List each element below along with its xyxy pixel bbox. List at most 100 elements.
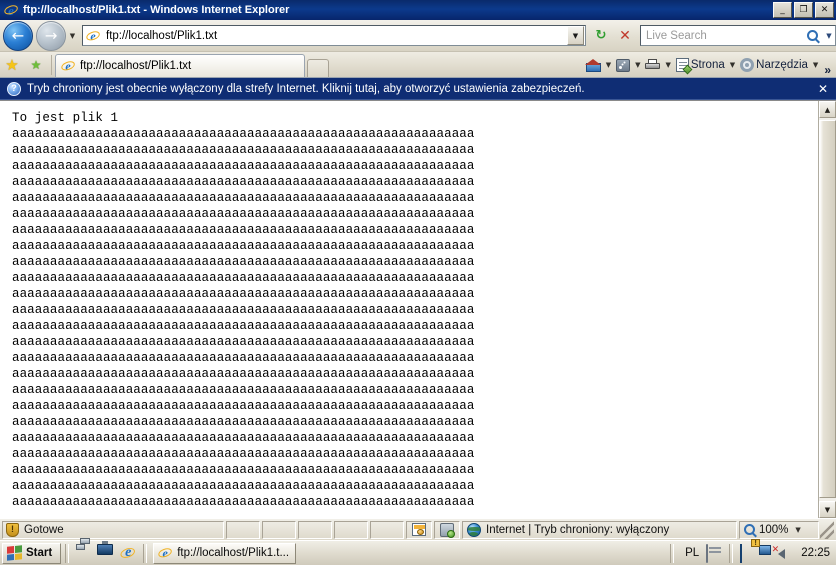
document-line: aaaaaaaaaaaaaaaaaaaaaaaaaaaaaaaaaaaaaaaa… xyxy=(12,319,475,333)
taskbar-divider xyxy=(65,543,70,563)
status-panel-3 xyxy=(298,520,332,539)
feeds-button[interactable]: ▼ xyxy=(615,53,644,77)
information-bar-message: Tryb chroniony jest obecnie wyłączony dl… xyxy=(27,82,585,95)
protected-mode-icon xyxy=(412,523,426,536)
document-line: aaaaaaaaaaaaaaaaaaaaaaaaaaaaaaaaaaaaaaaa… xyxy=(12,239,475,253)
tab-bar: ★ ★ ftp://localhost/Plik1.txt ▼ ▼ ▼ xyxy=(0,52,836,78)
show-desktop-icon[interactable] xyxy=(97,544,115,562)
internet-explorer-window: ftp://localhost/Plik1.txt - Windows Inte… xyxy=(0,0,836,565)
document-line: aaaaaaaaaaaaaaaaaaaaaaaaaaaaaaaaaaaaaaaa… xyxy=(12,399,475,413)
minimize-button[interactable]: _ xyxy=(773,2,792,18)
chevron-down-icon[interactable]: ▼ xyxy=(792,526,803,534)
document-line: aaaaaaaaaaaaaaaaaaaaaaaaaaaaaaaaaaaaaaaa… xyxy=(12,143,475,157)
ie-icon xyxy=(157,545,174,561)
globe-icon xyxy=(467,522,481,537)
rss-feed-icon xyxy=(616,58,631,72)
back-arrow-icon: ← xyxy=(11,26,25,44)
document-line: aaaaaaaaaaaaaaaaaaaaaaaaaaaaaaaaaaaaaaaa… xyxy=(12,415,475,429)
new-tab-button[interactable] xyxy=(307,59,329,77)
close-icon[interactable]: ✕ xyxy=(818,81,828,97)
start-button[interactable]: Start xyxy=(2,542,62,564)
shield-warning-icon xyxy=(6,522,19,537)
zoom-level: 100% xyxy=(759,523,789,536)
recent-pages-button[interactable]: ▼ xyxy=(66,22,79,50)
scrollbar-thumb[interactable] xyxy=(819,120,836,498)
search-provider-dropdown[interactable]: ▼ xyxy=(823,32,835,40)
tools-menu-label: Narzędzia xyxy=(756,59,808,71)
ie-icon[interactable] xyxy=(119,544,138,562)
scroll-up-button[interactable]: ▲ xyxy=(819,101,836,118)
taskbar-item-label: ftp://localhost/Plik1.t... xyxy=(177,547,290,559)
tools-status-panel[interactable] xyxy=(434,520,460,539)
vertical-scrollbar[interactable]: ▲ ▼ xyxy=(818,101,836,518)
back-button[interactable]: ← xyxy=(3,20,33,51)
chevron-down-icon[interactable]: ▼ xyxy=(603,61,614,69)
taskbar: Start ftp://localhost/Plik1.t... PL 22: xyxy=(0,540,836,565)
chevron-down-icon[interactable]: ▼ xyxy=(727,61,738,69)
title-bar[interactable]: ftp://localhost/Plik1.txt - Windows Inte… xyxy=(0,0,836,20)
document-line: aaaaaaaaaaaaaaaaaaaaaaaaaaaaaaaaaaaaaaaa… xyxy=(12,335,475,349)
search-input[interactable]: Live Search xyxy=(641,30,801,42)
resize-grip[interactable] xyxy=(820,520,834,539)
taskbar-item[interactable]: ftp://localhost/Plik1.t... xyxy=(153,542,297,564)
status-panel-2 xyxy=(262,520,296,539)
info-shield-icon: ? xyxy=(7,81,21,96)
address-dropdown-button[interactable]: ▼ xyxy=(567,26,584,45)
ie-icon xyxy=(85,28,101,44)
page-icon xyxy=(675,58,689,72)
search-button[interactable] xyxy=(801,30,823,41)
document-line: aaaaaaaaaaaaaaaaaaaaaaaaaaaaaaaaaaaaaaaa… xyxy=(12,175,475,189)
print-button[interactable]: ▼ xyxy=(644,53,674,77)
add-favorite-star-icon: ★ xyxy=(30,58,42,72)
restore-button[interactable]: ❐ xyxy=(794,2,813,18)
ie-icon xyxy=(60,58,76,74)
status-panel-4 xyxy=(334,520,368,539)
chevron-down-icon[interactable]: ▼ xyxy=(662,61,673,69)
document-line: aaaaaaaaaaaaaaaaaaaaaaaaaaaaaaaaaaaaaaaa… xyxy=(12,303,475,317)
toolbar-separator xyxy=(51,55,52,75)
page-menu-button[interactable]: Strona ▼ xyxy=(675,53,739,77)
tools-menu-button[interactable]: Narzędzia ▼ xyxy=(739,53,822,77)
gear-icon xyxy=(740,58,755,72)
add-to-favorites-button[interactable]: ★ xyxy=(24,53,48,77)
document-line: aaaaaaaaaaaaaaaaaaaaaaaaaaaaaaaaaaaaaaaa… xyxy=(12,191,475,205)
start-label: Start xyxy=(26,547,53,559)
favorites-center-button[interactable]: ★ xyxy=(0,53,24,77)
close-button[interactable]: ✕ xyxy=(815,2,834,18)
blue-diamond-icon[interactable] xyxy=(740,544,756,563)
tools-check-icon xyxy=(440,522,455,538)
keyboard-icon[interactable] xyxy=(706,544,722,563)
security-zone-panel[interactable]: Internet | Tryb chroniony: wyłączony xyxy=(462,520,737,539)
information-bar[interactable]: ? Tryb chroniony jest obecnie wyłączony … xyxy=(0,78,836,100)
protected-mode-panel[interactable] xyxy=(406,520,432,539)
print-icon xyxy=(645,59,661,71)
scroll-down-button[interactable]: ▼ xyxy=(819,501,836,518)
address-bar[interactable]: ftp://localhost/Plik1.txt ▼ xyxy=(82,25,586,46)
document-text[interactable]: To jest plik 1 aaaaaaaaaaaaaaaaaaaaaaaaaa… xyxy=(0,101,818,518)
favorites-star-icon: ★ xyxy=(5,55,19,74)
tab-item[interactable]: ftp://localhost/Plik1.txt xyxy=(55,54,305,77)
chevron-down-icon[interactable]: ▼ xyxy=(810,61,821,69)
chevron-down-icon[interactable]: ▼ xyxy=(632,61,643,69)
clock[interactable]: 22:25 xyxy=(797,547,830,559)
tray-divider xyxy=(670,543,675,563)
home-icon xyxy=(584,58,601,72)
document-line: aaaaaaaaaaaaaaaaaaaaaaaaaaaaaaaaaaaaaaaa… xyxy=(12,431,475,445)
language-indicator[interactable]: PL xyxy=(681,547,703,559)
tray-divider-2 xyxy=(729,543,734,563)
zoom-panel[interactable]: 100% ▼ xyxy=(739,520,819,539)
address-input[interactable]: ftp://localhost/Plik1.txt xyxy=(104,30,567,42)
security-zone-text: Internet | Tryb chroniony: wyłączony xyxy=(486,523,670,536)
toolbar-overflow-icon[interactable]: » xyxy=(822,63,836,77)
refresh-button[interactable]: ↻ xyxy=(589,24,613,48)
document-line: aaaaaaaaaaaaaaaaaaaaaaaaaaaaaaaaaaaaaaaa… xyxy=(12,367,475,381)
search-box[interactable]: Live Search ▼ xyxy=(640,25,836,46)
volume-muted-icon[interactable] xyxy=(778,545,794,561)
navigation-bar: ← → ▼ ftp://localhost/Plik1.txt ▼ ↻ ✕ Li… xyxy=(0,20,836,52)
stop-button[interactable]: ✕ xyxy=(613,24,637,48)
forward-button[interactable]: → xyxy=(36,20,66,51)
home-button[interactable]: ▼ xyxy=(584,53,615,77)
page-menu-label: Strona xyxy=(690,59,725,71)
document-line: aaaaaaaaaaaaaaaaaaaaaaaaaaaaaaaaaaaaaaaa… xyxy=(12,127,475,141)
network-icon[interactable] xyxy=(75,544,93,562)
